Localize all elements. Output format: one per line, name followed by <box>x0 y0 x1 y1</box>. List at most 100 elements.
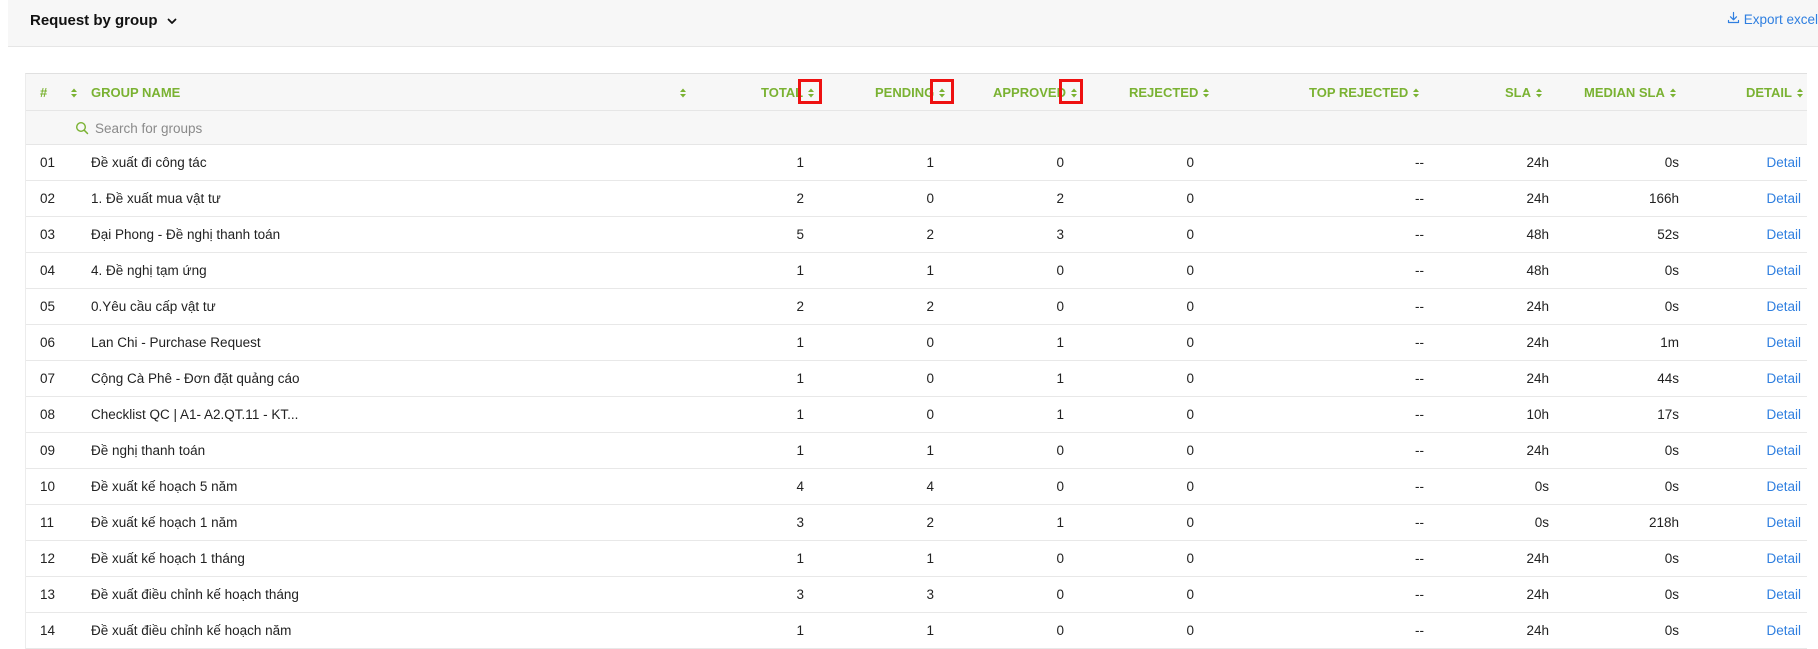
top-rejected-value: -- <box>1415 155 1424 170</box>
pending-count: 2 <box>926 227 934 242</box>
group-name: 1. Đề xuất mua vật tư <box>91 191 221 206</box>
total-count: 1 <box>796 407 804 422</box>
column-header-top-rejected[interactable]: TOP REJECTED <box>1309 74 1420 111</box>
median-sla-value: 0s <box>1664 479 1679 494</box>
rejected-count: 0 <box>1186 263 1194 278</box>
search-row <box>26 111 1807 145</box>
row-index: 10 <box>40 479 56 494</box>
approved-count: 1 <box>1056 515 1064 530</box>
rejected-count: 0 <box>1186 515 1194 530</box>
download-icon <box>1727 11 1740 27</box>
sla-value: 48h <box>1526 227 1549 242</box>
sla-value: 24h <box>1526 155 1549 170</box>
row-index: 11 <box>40 515 55 530</box>
rejected-count: 0 <box>1186 551 1194 566</box>
row-index: 12 <box>40 551 56 566</box>
median-sla-value: 0s <box>1664 551 1679 566</box>
approved-count: 0 <box>1056 479 1064 494</box>
total-count: 2 <box>796 299 804 314</box>
export-excel-label: Export excel <box>1743 11 1818 27</box>
top-rejected-value: -- <box>1415 587 1424 602</box>
highlight-box-pending-sort <box>930 79 954 104</box>
rejected-count: 0 <box>1186 299 1194 314</box>
rejected-count: 0 <box>1186 155 1194 170</box>
pending-count: 0 <box>926 371 934 386</box>
column-header-detail[interactable]: DETAIL <box>1746 74 1804 111</box>
sla-value: 24h <box>1526 587 1549 602</box>
top-rejected-value: -- <box>1415 335 1424 350</box>
approved-count: 0 <box>1056 155 1064 170</box>
row-index: 03 <box>40 227 56 242</box>
row-index: 04 <box>40 263 56 278</box>
sla-value: 24h <box>1526 191 1549 206</box>
approved-count: 0 <box>1056 551 1064 566</box>
pending-count: 1 <box>926 623 934 638</box>
detail-link[interactable]: Detail <box>1716 541 1801 577</box>
column-header-index: # <box>40 85 48 100</box>
column-header-sla[interactable]: SLA <box>1505 74 1543 111</box>
row-index: 05 <box>40 299 56 314</box>
approved-count: 1 <box>1056 407 1064 422</box>
detail-link[interactable]: Detail <box>1716 469 1801 505</box>
median-sla-value: 166h <box>1648 191 1679 206</box>
top-rejected-value: -- <box>1415 263 1424 278</box>
median-sla-value: 0s <box>1664 299 1679 314</box>
sla-value: 24h <box>1526 443 1549 458</box>
pending-count: 1 <box>926 443 934 458</box>
median-sla-value: 0s <box>1664 443 1679 458</box>
sla-value: 24h <box>1526 551 1549 566</box>
median-sla-value: 17s <box>1657 407 1679 422</box>
total-count: 2 <box>796 191 804 206</box>
approved-count: 3 <box>1056 227 1064 242</box>
detail-link[interactable]: Detail <box>1716 577 1801 613</box>
detail-link[interactable]: Detail <box>1716 433 1801 469</box>
column-header-rejected[interactable]: REJECTED <box>1129 74 1210 111</box>
detail-link[interactable]: Detail <box>1716 505 1801 541</box>
detail-link[interactable]: Detail <box>1716 613 1801 649</box>
top-rejected-value: -- <box>1415 623 1424 638</box>
export-excel-button[interactable]: Export excel <box>1727 11 1818 27</box>
top-rejected-value: -- <box>1415 227 1424 242</box>
top-rejected-value: -- <box>1415 479 1424 494</box>
sort-group-name-button[interactable] <box>675 74 687 111</box>
group-name: Đề xuất điều chỉnh kế hoạch tháng <box>91 587 299 602</box>
total-count: 4 <box>796 479 804 494</box>
total-count: 5 <box>796 227 804 242</box>
chevron-down-icon <box>166 15 178 27</box>
total-count: 3 <box>796 515 804 530</box>
sla-value: 24h <box>1526 623 1549 638</box>
sort-index-button[interactable] <box>66 74 78 111</box>
detail-link[interactable]: Detail <box>1716 325 1801 361</box>
column-header-median-sla[interactable]: MEDIAN SLA <box>1584 74 1677 111</box>
sort-icon[interactable] <box>1796 87 1804 99</box>
sort-icon[interactable] <box>679 87 687 99</box>
search-icon <box>75 121 89 135</box>
rejected-count: 0 <box>1186 443 1194 458</box>
group-selector-dropdown[interactable]: Request by group <box>30 12 178 29</box>
median-sla-value: 44s <box>1657 371 1679 386</box>
sort-icon[interactable] <box>70 87 78 99</box>
group-name: Cộng Cà Phê - Đơn đặt quảng cáo <box>91 371 300 386</box>
detail-link[interactable]: Detail <box>1716 253 1801 289</box>
total-count: 1 <box>796 551 804 566</box>
detail-link[interactable]: Detail <box>1716 217 1801 253</box>
pending-count: 1 <box>926 263 934 278</box>
row-index: 13 <box>40 587 56 602</box>
detail-link[interactable]: Detail <box>1716 361 1801 397</box>
detail-link[interactable]: Detail <box>1716 181 1801 217</box>
row-index: 07 <box>40 371 56 386</box>
detail-link[interactable]: Detail <box>1716 397 1801 433</box>
sort-icon[interactable] <box>1535 87 1543 99</box>
detail-link[interactable]: Detail <box>1716 289 1801 325</box>
sort-icon[interactable] <box>1412 87 1420 99</box>
approved-count: 0 <box>1056 623 1064 638</box>
median-sla-value: 52s <box>1657 227 1679 242</box>
sort-icon[interactable] <box>1202 87 1210 99</box>
sort-icon[interactable] <box>1669 87 1677 99</box>
approved-count: 0 <box>1056 299 1064 314</box>
group-name: Đề xuất kế hoạch 1 tháng <box>91 551 245 566</box>
group-name: Đề nghị thanh toán <box>91 443 206 458</box>
search-groups-input[interactable] <box>95 117 495 139</box>
detail-link[interactable]: Detail <box>1716 145 1801 181</box>
group-name: Lan Chi - Purchase Request <box>91 335 261 350</box>
